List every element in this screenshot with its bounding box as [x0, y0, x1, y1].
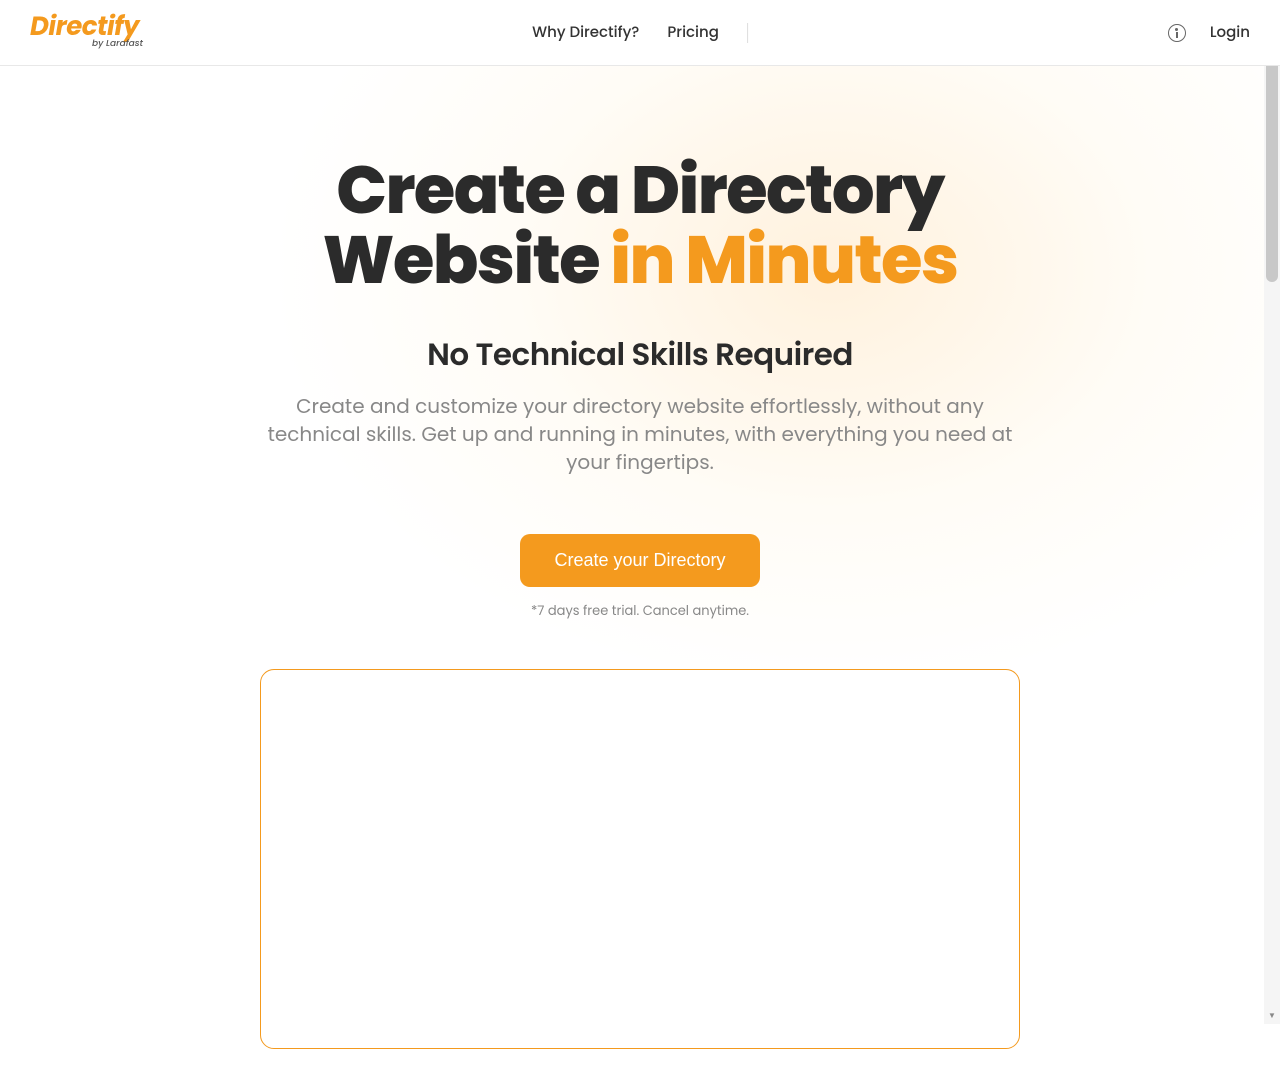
hero-title-line2a: Website: [322, 214, 610, 307]
site-header: Directify by Larafast Why Directify? Pri…: [0, 0, 1280, 66]
login-link[interactable]: Login: [1210, 21, 1250, 44]
logo-subtext: by Larafast: [92, 38, 143, 51]
preview-frame: [260, 669, 1020, 1049]
nav-pricing[interactable]: Pricing: [667, 21, 719, 44]
header-right: Login: [1168, 21, 1250, 44]
hero-title-accent: in Minutes: [610, 214, 957, 307]
hero-subtitle: No Technical Skills Required: [150, 331, 1130, 378]
nav-why-directify[interactable]: Why Directify?: [532, 21, 639, 44]
logo-link[interactable]: Directify by Larafast: [30, 14, 143, 51]
scrollbar[interactable]: ▼: [1264, 0, 1280, 1024]
nav-divider: [747, 23, 748, 43]
logo-text: Directify: [30, 14, 139, 40]
hero-description: Create and customize your directory webs…: [260, 392, 1020, 476]
hero-section: Create a Directory Website in Minutes No…: [150, 66, 1130, 621]
create-directory-button[interactable]: Create your Directory: [520, 534, 759, 587]
hero-title: Create a Directory Website in Minutes: [150, 156, 1130, 297]
scrollbar-down-icon[interactable]: ▼: [1264, 1008, 1280, 1024]
main-nav: Why Directify? Pricing: [532, 21, 748, 44]
cta-section: Create your Directory *7 days free trial…: [150, 534, 1130, 621]
info-icon[interactable]: [1168, 24, 1186, 42]
cta-note: *7 days free trial. Cancel anytime.: [150, 601, 1130, 621]
